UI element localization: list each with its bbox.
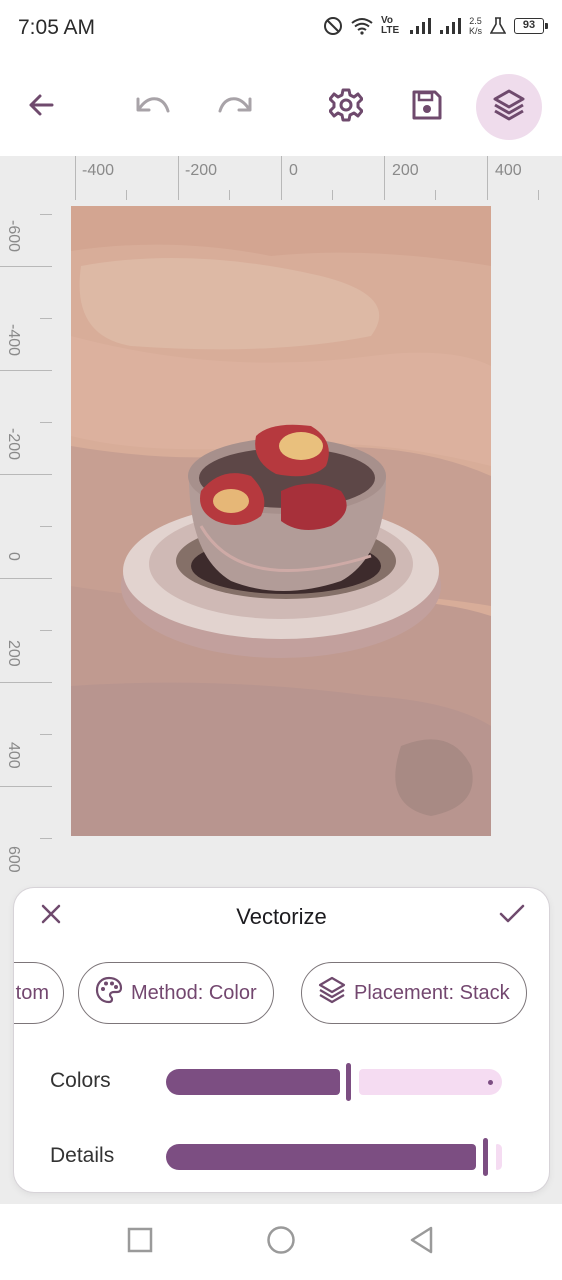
ruler-tick	[40, 422, 52, 423]
back-button[interactable]	[8, 74, 74, 140]
colors-slider[interactable]	[166, 1063, 502, 1101]
palette-icon	[95, 976, 123, 1010]
back-triangle-icon	[409, 1226, 435, 1259]
ruler-tick	[538, 190, 539, 200]
flask-icon	[490, 17, 506, 35]
ruler-tick	[40, 318, 52, 319]
ruler-label: 0	[289, 162, 298, 179]
sheet-header: Vectorize	[14, 888, 549, 946]
vectorize-sheet: Vectorize tom Method: Color Placement: S	[14, 888, 549, 1192]
status-icons: Vo LTE 2.5 K/s 93	[323, 15, 548, 36]
ruler-label: 200	[5, 640, 22, 667]
check-icon	[499, 903, 525, 930]
recents-square-icon	[127, 1227, 153, 1258]
do-not-disturb-icon	[323, 16, 343, 36]
network-speed: 2.5 K/s	[469, 16, 482, 36]
chip-label: tom	[15, 981, 49, 1004]
recents-button[interactable]	[116, 1218, 164, 1266]
ruler-tick	[0, 370, 52, 371]
ruler-tick	[0, 474, 52, 475]
back-arrow-icon	[26, 90, 56, 125]
save-button[interactable]	[394, 74, 460, 140]
ruler-tick	[40, 630, 52, 631]
ruler-label: 200	[392, 162, 419, 179]
horizontal-ruler: -400 -200 0 200 400	[52, 156, 562, 200]
details-slider-row: Details	[14, 1136, 549, 1176]
method-chip[interactable]: Method: Color	[78, 962, 274, 1024]
ruler-tick	[40, 526, 52, 527]
slider-thumb[interactable]	[346, 1063, 351, 1101]
ruler-label: 600	[5, 846, 22, 873]
settings-icon	[328, 88, 364, 127]
ruler-tick	[281, 156, 282, 200]
status-bar: 7:05 AM Vo LTE 2.5 K/s 93	[0, 0, 562, 58]
details-label: Details	[50, 1144, 115, 1167]
battery-icon: 93	[514, 18, 548, 34]
details-slider[interactable]	[166, 1138, 502, 1176]
slider-stop-indicator	[488, 1080, 493, 1085]
confirm-button[interactable]	[497, 901, 527, 931]
ruler-tick	[126, 190, 127, 200]
ruler-tick	[435, 190, 436, 200]
ruler-tick	[178, 156, 179, 200]
ruler-tick	[229, 190, 230, 200]
ruler-label: 400	[5, 742, 22, 769]
ruler-label: -400	[5, 324, 22, 357]
settings-button[interactable]	[313, 74, 379, 140]
sheet-title: Vectorize	[236, 904, 327, 929]
ruler-tick	[40, 838, 52, 839]
ruler-tick	[487, 156, 488, 200]
signal-icon	[439, 17, 461, 35]
layers-button[interactable]	[476, 74, 542, 140]
wifi-icon	[351, 17, 373, 35]
top-toolbar	[0, 58, 562, 156]
vectorized-image[interactable]	[71, 206, 491, 836]
ruler-tick	[0, 578, 52, 579]
speed-unit: K/s	[468, 26, 482, 36]
ruler-tick	[0, 682, 52, 683]
layers-icon	[318, 976, 346, 1010]
layers-icon	[492, 88, 526, 127]
ruler-label: -200	[5, 428, 22, 461]
ruler-label: -600	[5, 220, 22, 253]
system-nav-bar	[0, 1204, 562, 1280]
ruler-tick	[0, 786, 52, 787]
ruler-tick	[332, 190, 333, 200]
home-circle-icon	[266, 1225, 296, 1260]
slider-inactive-track	[496, 1144, 502, 1170]
undo-icon	[135, 91, 171, 124]
ruler-label: 0	[5, 552, 22, 561]
ruler-label: -400	[82, 162, 115, 179]
undo-button[interactable]	[120, 74, 186, 140]
speed-value: 2.5	[469, 16, 482, 26]
redo-icon	[217, 91, 253, 124]
colors-label: Colors	[50, 1069, 111, 1092]
network-type-label: Vo LTE	[380, 15, 400, 36]
ruler-tick	[0, 266, 52, 267]
signal-icon	[409, 17, 431, 35]
options-chip-row[interactable]: tom Method: Color Placement: Stack	[14, 962, 549, 1024]
chip-label: Placement: Stack	[354, 981, 510, 1004]
home-button[interactable]	[257, 1218, 305, 1266]
ruler-label: -200	[185, 162, 218, 179]
slider-active-track	[166, 1144, 476, 1170]
ruler-label: 400	[495, 162, 522, 179]
ruler-tick	[40, 734, 52, 735]
chip-label: Method: Color	[131, 981, 257, 1004]
status-time: 7:05 AM	[18, 16, 96, 39]
slider-thumb[interactable]	[483, 1138, 488, 1176]
back-nav-button[interactable]	[398, 1218, 446, 1266]
ruler-tick	[40, 214, 52, 215]
vectorized-image-preview	[71, 206, 491, 836]
custom-chip[interactable]: tom	[14, 962, 64, 1024]
placement-chip[interactable]: Placement: Stack	[301, 962, 527, 1024]
ruler-tick	[75, 156, 76, 200]
ruler-tick	[384, 156, 385, 200]
redo-button[interactable]	[202, 74, 268, 140]
slider-inactive-track	[359, 1069, 502, 1095]
colors-slider-row: Colors	[14, 1061, 549, 1101]
save-icon	[411, 89, 443, 126]
slider-active-track	[166, 1069, 340, 1095]
